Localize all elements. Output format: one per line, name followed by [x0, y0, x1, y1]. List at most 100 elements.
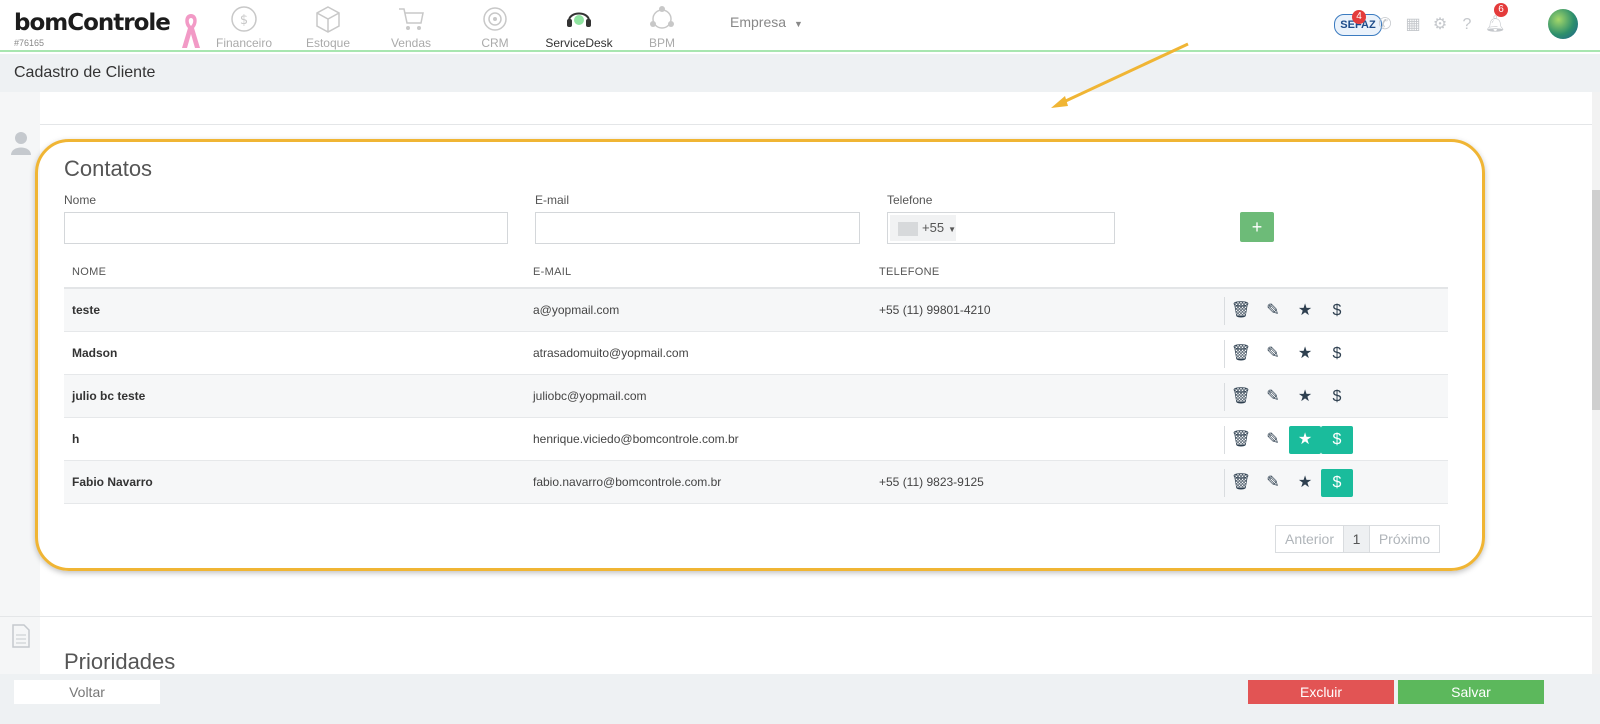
row-actions: 🗑︎ ✎ ★ $: [1224, 426, 1404, 454]
contact-name: h: [72, 432, 80, 446]
process-icon: [650, 6, 674, 29]
table-row: julio bc teste juliobc@yopmail.com 🗑︎ ✎ …: [64, 375, 1448, 418]
star-icon[interactable]: ★: [1289, 426, 1321, 454]
user-icon: [11, 132, 31, 155]
section-divider: [40, 124, 1592, 125]
dollar-icon[interactable]: $: [1321, 426, 1353, 454]
trash-icon[interactable]: 🗑︎: [1225, 469, 1257, 497]
email-input[interactable]: [535, 212, 860, 244]
table-row: Fabio Navarro fabio.navarro@bomcontrole.…: [64, 461, 1448, 504]
dollar-circle-icon: $: [231, 6, 257, 32]
add-contact-button[interactable]: +: [1240, 212, 1274, 242]
pagination-page[interactable]: 1: [1343, 525, 1370, 553]
dollar-icon[interactable]: $: [1321, 383, 1353, 411]
row-actions: 🗑︎ ✎ ★ $: [1224, 469, 1404, 497]
table-row: h henrique.viciedo@bomcontrole.com.br 🗑︎…: [64, 418, 1448, 461]
edit-icon[interactable]: ✎: [1257, 340, 1289, 368]
headset-icon: [567, 12, 591, 27]
trash-icon[interactable]: 🗑︎: [1225, 340, 1257, 368]
nav-label: CRM: [481, 36, 509, 50]
nav-label: Financeiro: [215, 36, 273, 50]
nav-servicedesk[interactable]: ServiceDesk: [539, 4, 619, 50]
column-header-email[interactable]: E-MAIL: [533, 266, 571, 278]
delete-button[interactable]: Excluir: [1248, 680, 1394, 704]
contact-name: Fabio Navarro: [72, 475, 153, 489]
flag-icon: [898, 221, 918, 236]
chevron-down-icon: ▼: [794, 19, 803, 29]
cart-icon: [399, 8, 424, 30]
calendar-icon[interactable]: ▦: [1404, 16, 1422, 34]
page-title: Cadastro de Cliente: [14, 64, 156, 81]
pagination-prev[interactable]: Anterior: [1275, 525, 1344, 553]
nav-financeiro[interactable]: $ Financeiro: [204, 4, 284, 50]
trash-icon[interactable]: 🗑︎: [1225, 383, 1257, 411]
nav-vendas[interactable]: Vendas: [371, 4, 451, 50]
nav-label: Vendas: [390, 36, 432, 50]
star-icon[interactable]: ★: [1289, 383, 1321, 411]
whatsapp-icon[interactable]: ✆: [1376, 16, 1394, 34]
column-header-phone[interactable]: TELEFONE: [879, 266, 939, 278]
scrollbar-thumb[interactable]: [1592, 190, 1600, 410]
notifications-badge: 6: [1494, 3, 1508, 17]
svg-text:$: $: [240, 13, 248, 28]
star-icon[interactable]: ★: [1289, 340, 1321, 368]
contact-phone: +55 (11) 9823-9125: [879, 475, 984, 489]
pagination-next[interactable]: Próximo: [1369, 525, 1440, 553]
table-row: teste a@yopmail.com +55 (11) 99801-4210 …: [64, 289, 1448, 332]
page-header: Cadastro de Cliente: [0, 54, 1600, 92]
edit-icon[interactable]: ✎: [1257, 383, 1289, 411]
country-code: +55: [922, 220, 945, 235]
target-icon: [483, 7, 507, 31]
edit-icon[interactable]: ✎: [1257, 426, 1289, 454]
company-dropdown[interactable]: Empresa ▼: [730, 14, 803, 30]
row-actions: 🗑︎ ✎ ★ $: [1224, 340, 1404, 368]
help-icon[interactable]: ?: [1458, 16, 1476, 34]
dollar-icon[interactable]: $: [1321, 340, 1353, 368]
contact-email: henrique.viciedo@bomcontrole.com.br: [533, 432, 739, 446]
contact-name: julio bc teste: [72, 389, 146, 403]
account-id: #76165: [14, 38, 45, 48]
contact-name: Madson: [72, 346, 118, 360]
nav-bpm[interactable]: BPM: [622, 4, 702, 50]
contact-email: juliobc@yopmail.com: [533, 389, 647, 403]
row-actions: 🗑︎ ✎ ★ $: [1224, 383, 1404, 411]
edit-icon[interactable]: ✎: [1257, 469, 1289, 497]
trash-icon[interactable]: 🗑︎: [1225, 297, 1257, 325]
app-logo[interactable]: bomControle: [14, 10, 171, 36]
nav-label: ServiceDesk: [545, 36, 613, 50]
top-navbar: bomControle #76165 $ Financeiro Estoque …: [0, 0, 1600, 52]
table-row: Madson atrasadomuito@yopmail.com 🗑︎ ✎ ★ …: [64, 332, 1448, 375]
contact-phone: +55 (11) 99801-4210: [879, 303, 991, 317]
contacts-title: Contatos: [64, 156, 153, 181]
column-header-name[interactable]: NOME: [72, 266, 106, 278]
contact-email: fabio.navarro@bomcontrole.com.br: [533, 475, 722, 489]
dollar-icon[interactable]: $: [1321, 297, 1353, 325]
country-code-selector[interactable]: +55 ▼: [890, 215, 956, 241]
nav-label: BPM: [648, 36, 675, 50]
chevron-down-icon: ▼: [948, 225, 956, 234]
nav-label: Estoque: [305, 36, 351, 50]
nav-estoque[interactable]: Estoque: [288, 4, 368, 50]
box-icon: [316, 6, 340, 33]
star-icon[interactable]: ★: [1289, 297, 1321, 325]
row-actions: 🗑︎ ✎ ★ $: [1224, 297, 1404, 325]
gear-icon[interactable]: ⚙: [1431, 16, 1449, 34]
phone-field[interactable]: +55 ▼: [887, 212, 1115, 244]
contact-email: atrasadomuito@yopmail.com: [533, 346, 689, 360]
edit-icon[interactable]: ✎: [1257, 297, 1289, 325]
avatar[interactable]: [1548, 9, 1578, 39]
trash-icon[interactable]: 🗑︎: [1225, 426, 1257, 454]
bell-icon[interactable]: 🔔︎: [1485, 16, 1505, 34]
footer-bar: Voltar Excluir Salvar: [0, 674, 1600, 724]
nav-crm[interactable]: CRM: [455, 4, 535, 50]
dollar-icon[interactable]: $: [1321, 469, 1353, 497]
contact-email: a@yopmail.com: [533, 303, 620, 317]
back-button[interactable]: Voltar: [14, 680, 160, 704]
star-icon[interactable]: ★: [1289, 469, 1321, 497]
priorities-title: Prioridades: [64, 649, 176, 674]
name-input[interactable]: [64, 212, 508, 244]
contact-name: teste: [72, 303, 101, 317]
save-button[interactable]: Salvar: [1398, 680, 1544, 704]
name-label: Nome: [64, 193, 97, 207]
left-rail: [0, 92, 40, 688]
